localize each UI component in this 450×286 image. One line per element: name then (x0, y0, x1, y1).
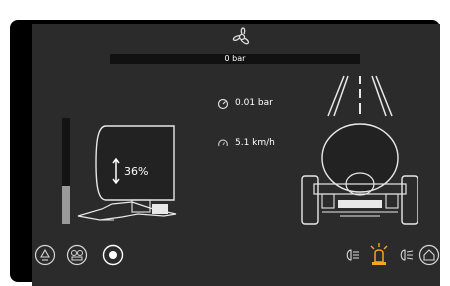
gauge-icon (217, 98, 229, 110)
main-display: 0 bar 0.01 bar 5.1 km/h 36% (32, 24, 440, 286)
home-icon[interactable] (418, 244, 440, 266)
beacon-icon[interactable] (368, 242, 390, 266)
tank-level-fill (62, 185, 70, 224)
speedometer-icon (217, 138, 229, 150)
tank-level-gauge (62, 118, 70, 224)
speed-readout: 5.1 km/h (235, 138, 275, 148)
pressure-bar-label: 0 bar (224, 54, 246, 63)
headlight-icon[interactable] (398, 248, 414, 262)
nozzle-icon[interactable] (34, 244, 56, 266)
tank-fill-percent: 36% (124, 165, 149, 178)
tank-fill-arrow-icon (112, 158, 120, 184)
fan-icon[interactable] (228, 24, 256, 50)
pressure-bar: 0 bar (110, 54, 360, 64)
pressure-readout: 0.01 bar (235, 98, 273, 108)
display-bezel: 0 bar 0.01 bar 5.1 km/h 36% (10, 20, 440, 286)
section-control-icon[interactable] (66, 244, 88, 266)
record-button-icon[interactable] (102, 244, 124, 266)
app-frame: 0 bar 0.01 bar 5.1 km/h 36% (0, 0, 450, 286)
tanker-rear-view (300, 72, 419, 232)
work-light-icon[interactable] (344, 248, 360, 262)
